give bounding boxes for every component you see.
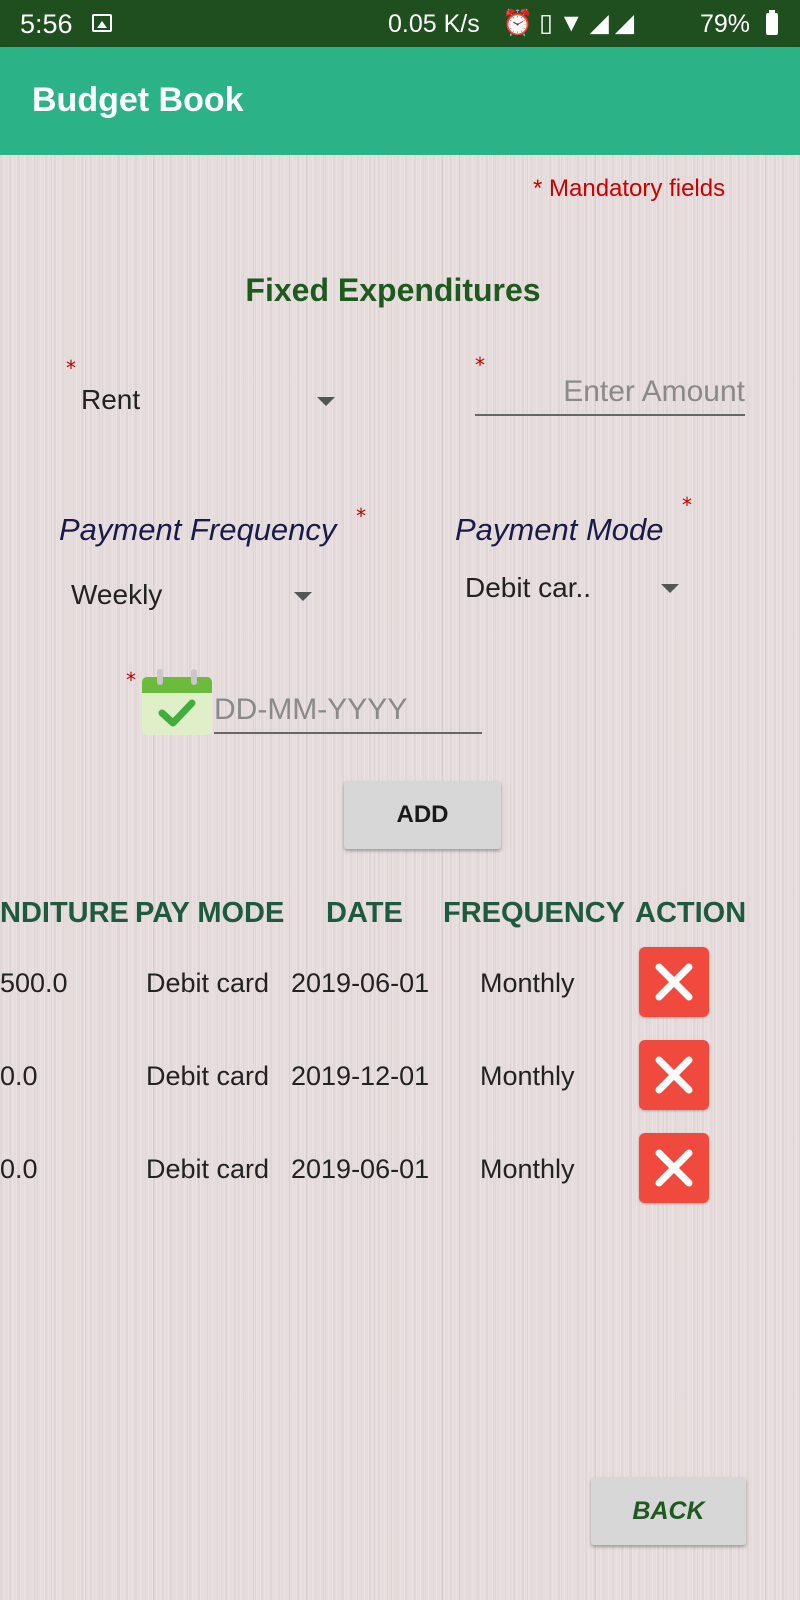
pay-mode-cell: Debit card xyxy=(146,1061,270,1091)
required-marker: * xyxy=(682,493,692,517)
column-header-frequency: FREQUENCY xyxy=(443,897,626,929)
delete-button[interactable] xyxy=(639,1133,709,1203)
add-button[interactable]: ADD xyxy=(344,781,501,849)
alarm-icon: ⏰ xyxy=(502,9,540,37)
column-header-action: ACTION xyxy=(635,897,747,929)
battery-level: 79% xyxy=(700,10,751,38)
app-bar: Budget Book xyxy=(0,47,800,155)
pay-mode-cell: Debit card xyxy=(146,1154,270,1184)
payment-mode-value: Debit car.. xyxy=(465,572,592,603)
expenditure-cell: 0.0 xyxy=(0,1154,38,1184)
date-cell: 2019-06-01 xyxy=(291,968,430,998)
status-icons: ⏰▯▼◢◢ xyxy=(502,8,640,38)
status-bar: 5:56 0.05 K/s ⏰▯▼◢◢ 79% xyxy=(0,0,800,47)
payment-mode-dropdown[interactable]: Debit car.. xyxy=(458,563,698,613)
payment-frequency-dropdown[interactable]: Weekly xyxy=(62,570,332,620)
app-title: Budget Book xyxy=(32,81,244,119)
payment-frequency-label: Payment Frequency xyxy=(59,512,337,547)
battery-icon xyxy=(766,10,778,35)
delete-button[interactable] xyxy=(639,1040,709,1110)
date-cell: 2019-12-01 xyxy=(291,1061,430,1091)
mandatory-note: * Mandatory fields xyxy=(533,175,726,202)
frequency-cell: Monthly xyxy=(480,1061,575,1091)
column-header-expenditure: NDITURE xyxy=(0,897,129,929)
date-cell: 2019-06-01 xyxy=(291,1154,430,1184)
delete-icon xyxy=(655,963,693,1001)
back-button[interactable]: BACK xyxy=(591,1477,746,1545)
chevron-down-icon xyxy=(661,584,679,593)
signal-icon: ◢◢ xyxy=(589,9,641,37)
required-marker: * xyxy=(356,504,366,528)
expenditure-cell: 500.0 xyxy=(0,968,68,998)
section-title: Fixed Expenditures xyxy=(245,272,541,308)
amount-input[interactable] xyxy=(475,370,745,416)
status-time: 5:56 xyxy=(20,9,73,39)
frequency-cell: Monthly xyxy=(480,1154,575,1184)
date-input[interactable] xyxy=(214,688,482,734)
expense-type-value: Rent xyxy=(81,384,141,415)
pay-mode-cell: Debit card xyxy=(146,968,270,998)
image-icon xyxy=(92,14,112,32)
delete-icon xyxy=(655,1056,693,1094)
wifi-icon: ▼ xyxy=(558,9,590,37)
calendar-icon[interactable] xyxy=(140,667,214,737)
payment-frequency-value: Weekly xyxy=(71,579,163,610)
required-marker: * xyxy=(126,668,136,692)
chevron-down-icon xyxy=(317,397,335,406)
frequency-cell: Monthly xyxy=(480,968,575,998)
chevron-down-icon xyxy=(294,592,312,601)
delete-icon xyxy=(655,1149,693,1187)
delete-button[interactable] xyxy=(639,947,709,1017)
column-header-date: DATE xyxy=(326,897,403,929)
expense-type-dropdown[interactable]: Rent xyxy=(72,375,342,425)
network-speed: 0.05 K/s xyxy=(388,10,480,38)
payment-mode-label: Payment Mode xyxy=(455,512,664,547)
column-header-pay-mode: PAY MODE xyxy=(135,897,285,929)
expenditure-cell: 0.0 xyxy=(0,1061,38,1091)
vibrate-icon: ▯ xyxy=(539,9,559,37)
